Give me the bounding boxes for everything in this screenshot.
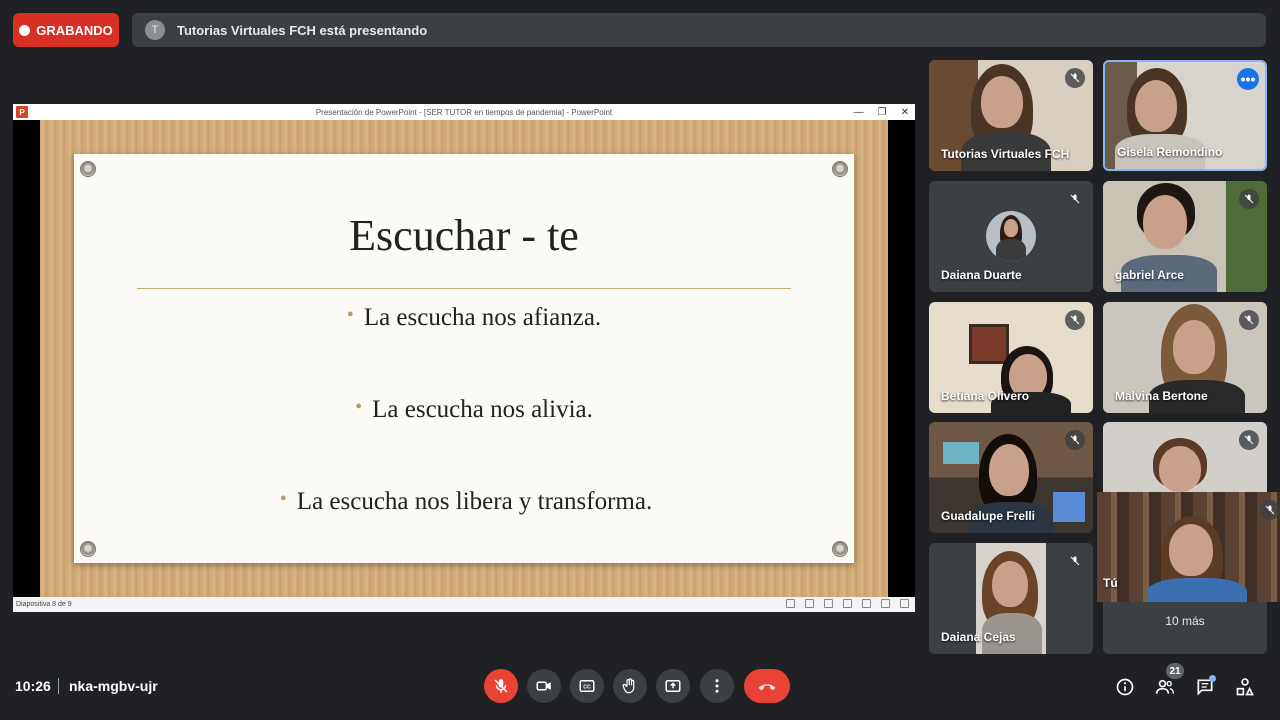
mic-off-icon — [1065, 430, 1085, 450]
powerpoint-logo-icon: P — [16, 106, 28, 118]
pin-icon — [832, 541, 848, 557]
mic-off-icon — [1065, 551, 1085, 571]
people-button[interactable] — [1154, 676, 1176, 698]
people-icon — [1155, 679, 1174, 694]
raise-hand-button[interactable] — [613, 669, 647, 703]
participant-tile[interactable]: Daiana Cejas — [929, 543, 1093, 654]
participant-tile[interactable]: gabriel Arce — [1103, 181, 1267, 292]
more-options-button[interactable] — [700, 669, 734, 703]
participant-tile-active[interactable]: ••• Gisela Remondino — [1103, 60, 1267, 171]
ppt-title-bar: P Presentación de PowerPoint - [SER TUTO… — [13, 104, 915, 120]
activities-button[interactable] — [1234, 676, 1256, 698]
minimize-icon: — — [853, 106, 864, 118]
slide-bullet: • La escucha nos afianza. — [346, 304, 602, 331]
slide-divider — [137, 288, 791, 289]
ppt-status-bar: Diapositiva 8 de 9 — [13, 597, 915, 612]
record-dot-icon — [19, 24, 31, 36]
clock: 10:26 — [15, 678, 51, 694]
shared-screen[interactable]: P Presentación de PowerPoint - [SER TUTO… — [13, 104, 915, 612]
normal-view-icon — [843, 599, 852, 608]
unread-indicator — [1209, 675, 1216, 682]
participant-tile[interactable]: Malvina Bertone — [1103, 302, 1267, 413]
close-icon: ✕ — [900, 106, 909, 118]
presenter-avatar: T — [145, 20, 165, 40]
self-label: Tú — [1103, 576, 1118, 590]
camera-icon — [536, 681, 551, 691]
participant-name: Daiana Cejas — [941, 630, 1016, 644]
reading-view-icon — [881, 599, 890, 608]
participant-name: Betiana Olivero — [941, 389, 1030, 403]
pin-icon — [832, 161, 848, 177]
mic-off-icon — [1239, 430, 1259, 450]
presenting-banner: T Tutorias Virtuales FCH está presentand… — [132, 13, 1266, 47]
slideshow-icon — [900, 599, 909, 608]
slide-card: Escuchar - te • La escucha nos afianza. •… — [74, 154, 854, 563]
captions-icon: CC — [579, 680, 595, 692]
participant-name: Guadalupe Frelli — [941, 509, 1036, 523]
recording-badge: GRABANDO — [13, 13, 119, 47]
mic-off-icon — [1065, 189, 1085, 209]
present-now-button[interactable] — [656, 669, 690, 703]
participant-tile[interactable]: Tutorias Virtuales FCH — [929, 60, 1093, 171]
participant-tile[interactable]: Daiana Duarte — [929, 181, 1093, 292]
slide-title: Escuchar - te — [349, 211, 579, 260]
recording-label: GRABANDO — [36, 22, 113, 38]
slide-bullet: • La escucha nos alivia. — [355, 396, 593, 423]
participant-tile[interactable]: Guadalupe Frelli — [929, 422, 1093, 533]
participant-name: Gisela Remondino — [1117, 145, 1223, 159]
raise-hand-icon — [622, 678, 635, 694]
slide-background: Escuchar - te • La escucha nos afianza. •… — [40, 120, 888, 597]
camera-toggle-button[interactable] — [527, 669, 561, 703]
activities-icon — [1236, 678, 1254, 696]
next-slide-icon — [824, 599, 833, 608]
mic-off-icon — [1239, 310, 1259, 330]
participant-name: Tutorias Virtuales FCH — [941, 147, 1070, 161]
mic-off-icon — [1065, 310, 1085, 330]
more-options-icon[interactable]: ••• — [1237, 68, 1259, 90]
notes-icon — [805, 599, 814, 608]
captions-button[interactable]: CC — [570, 669, 604, 703]
mic-off-icon — [1260, 500, 1280, 520]
ppt-window-title: Presentación de PowerPoint - [SER TUTOR … — [315, 107, 613, 117]
slide-bullet: • La escucha nos libera y transforma. — [279, 488, 653, 515]
present-icon — [665, 680, 681, 692]
participant-name: Malvina Bertone — [1115, 389, 1208, 403]
mic-off-icon — [494, 679, 508, 693]
participant-count-badge: 21 — [1166, 663, 1184, 679]
meeting-code: nka-mgbv-ujr — [69, 678, 158, 694]
mic-off-icon — [1239, 189, 1259, 209]
mic-toggle-button[interactable] — [484, 669, 518, 703]
participant-tile[interactable]: Betiana Olivero — [929, 302, 1093, 413]
meeting-toolbar: 10:26 nka-mgbv-ujr CC 21 — [0, 652, 1280, 720]
sorter-view-icon — [862, 599, 871, 608]
divider — [58, 678, 59, 694]
leave-call-button[interactable] — [744, 669, 790, 703]
hang-up-icon — [758, 684, 776, 691]
pin-icon — [80, 161, 96, 177]
slide-counter: Diapositiva 8 de 9 — [16, 601, 72, 608]
presenting-text: Tutorias Virtuales FCH está presentando — [177, 22, 428, 38]
restore-icon: ❐ — [877, 106, 887, 118]
more-options-icon — [715, 679, 719, 693]
self-view[interactable]: Tú — [1097, 492, 1280, 602]
info-icon — [1116, 678, 1134, 696]
mic-off-icon — [1065, 68, 1085, 88]
pin-icon — [80, 541, 96, 557]
svg-text:CC: CC — [583, 685, 591, 691]
prev-slide-icon — [786, 599, 795, 608]
avatar — [986, 211, 1036, 261]
participant-name: Daiana Duarte — [941, 268, 1022, 282]
participant-name: gabriel Arce — [1115, 268, 1184, 282]
meeting-details-button[interactable] — [1114, 676, 1136, 698]
